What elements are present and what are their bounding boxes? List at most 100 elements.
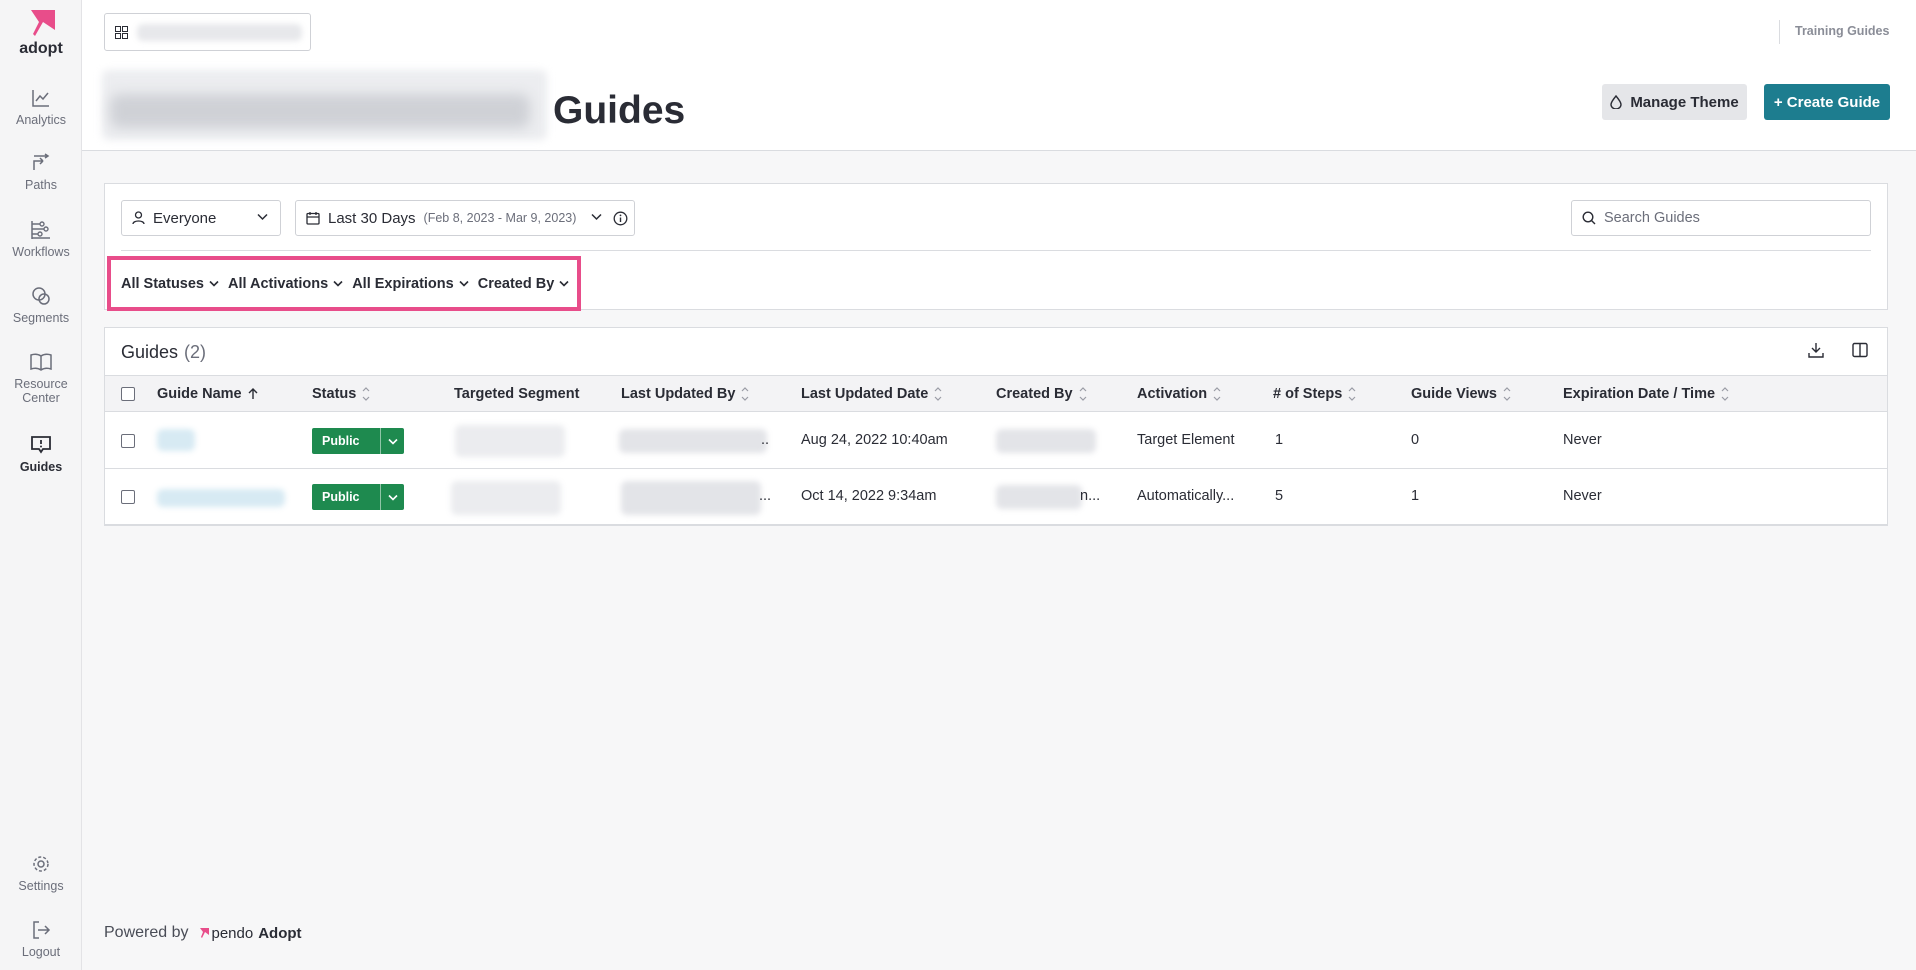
pendo-logo-icon: [199, 928, 209, 938]
expiration-filter[interactable]: All Expirations: [352, 276, 469, 292]
gear-icon: [33, 856, 49, 872]
col-expiration[interactable]: Expiration Date / Time: [1563, 386, 1729, 402]
nav-analytics-label: Analytics: [15, 113, 67, 127]
adopt-logo[interactable]: adopt: [0, 6, 82, 58]
table-count: (2): [184, 342, 207, 362]
create-guide-label: + Create Guide: [1773, 93, 1881, 111]
updated-by-ellipsis: ..: [761, 432, 770, 448]
calendar-icon: [306, 212, 320, 225]
col-created-by[interactable]: Created By: [996, 386, 1087, 402]
created-by-filter-label: Created By: [477, 275, 555, 292]
col-status-label: Status: [312, 386, 357, 402]
steps: 5: [1275, 488, 1284, 504]
table-title-text: Guides: [121, 342, 179, 362]
expiration-filter-label: All Expirations: [352, 275, 454, 292]
expiration: Never: [1563, 488, 1602, 504]
col-status[interactable]: Status: [312, 386, 370, 402]
guide-name-redacted[interactable]: [157, 429, 195, 451]
nav-paths[interactable]: Paths: [0, 153, 82, 192]
status-dropdown[interactable]: Public: [312, 484, 404, 510]
row-checkbox[interactable]: [121, 434, 135, 448]
download-icon[interactable]: [1808, 342, 1824, 358]
col-activation[interactable]: Activation: [1137, 386, 1221, 402]
powered-by-label: Powered by: [104, 924, 189, 941]
date-range-select[interactable]: Last 30 Days (Feb 8, 2023 - Mar 9, 2023): [295, 200, 635, 236]
col-targeted-segment-label: Targeted Segment: [454, 386, 580, 402]
col-created-by-label: Created By: [996, 386, 1073, 402]
manage-theme-label: Manage Theme: [1630, 93, 1739, 111]
logo-text: adopt: [19, 40, 63, 57]
analytics-icon: [32, 90, 49, 107]
nav-logout-label: Logout: [21, 945, 61, 959]
nav-segments[interactable]: Segments: [0, 286, 82, 325]
nav-logout[interactable]: Logout: [0, 920, 82, 959]
nav-settings[interactable]: Settings: [0, 854, 82, 893]
activation-filter-label: All Activations: [228, 275, 329, 292]
col-guide-views-label: Guide Views: [1411, 386, 1497, 402]
search-input[interactable]: [1604, 210, 1854, 226]
chevron-down-icon: [459, 280, 469, 287]
segment-redacted: [451, 481, 561, 515]
app-switcher[interactable]: [104, 13, 311, 51]
nav-analytics[interactable]: Analytics: [0, 88, 82, 127]
create-guide-button[interactable]: + Create Guide: [1764, 84, 1890, 120]
col-expiration-label: Expiration Date / Time: [1563, 386, 1716, 402]
sort-icon: [1213, 387, 1221, 401]
logout-icon: [33, 921, 51, 939]
search-guides[interactable]: [1571, 200, 1871, 236]
nav-paths-label: Paths: [25, 178, 57, 192]
nav-segments-label: Segments: [12, 311, 70, 325]
status-divider: [380, 428, 381, 454]
grid-icon: [115, 26, 128, 39]
arrow-up-icon: [248, 388, 258, 399]
nav-guides[interactable]: Guides: [0, 435, 82, 474]
col-last-updated-date-label: Last Updated Date: [801, 386, 929, 402]
col-activation-label: Activation: [1137, 386, 1208, 402]
nav-resource-center-label: Resource Center: [14, 377, 68, 405]
nav-guides-label: Guides: [19, 460, 63, 474]
segment-select-value: Everyone: [153, 209, 217, 227]
table-title: Guides (2): [121, 342, 206, 363]
info-icon[interactable]: [613, 211, 628, 226]
manage-theme-button[interactable]: Manage Theme: [1602, 84, 1747, 120]
row-checkbox[interactable]: [121, 490, 135, 504]
segment-select[interactable]: Everyone: [121, 200, 281, 236]
activation-filter[interactable]: All Activations: [228, 276, 343, 292]
status-dropdown[interactable]: Public: [312, 428, 404, 454]
search-icon: [1582, 211, 1596, 225]
training-guides-link[interactable]: Training Guides: [1795, 24, 1889, 38]
filter-panel: Everyone Last 30 Days (Feb 8, 2023 - Mar…: [104, 183, 1888, 311]
page-title: Guides: [553, 89, 686, 132]
col-last-updated-by[interactable]: Last Updated By: [621, 386, 749, 402]
app-name-redacted: [137, 24, 302, 41]
status-filter-label: All Statuses: [121, 275, 204, 292]
nav-resource-center[interactable]: Resource Center: [0, 352, 82, 405]
table-header: Guide Name Status Targeted Segment Last …: [105, 375, 1887, 412]
guide-name-redacted[interactable]: [157, 489, 285, 507]
col-guide-name[interactable]: Guide Name: [157, 386, 258, 402]
col-steps[interactable]: # of Steps: [1273, 386, 1356, 402]
nav-workflows[interactable]: Workflows: [0, 220, 82, 259]
col-guide-name-label: Guide Name: [157, 386, 242, 402]
col-last-updated-date[interactable]: Last Updated Date: [801, 386, 942, 402]
table-row[interactable]: Public ... Oct 14, 2022 9:34am n... Auto…: [105, 469, 1887, 525]
updated-by-redacted: [621, 481, 761, 515]
steps: 1: [1275, 432, 1284, 448]
brand-pendo: pendo: [211, 924, 254, 942]
updated-by-ellipsis: ...: [759, 488, 772, 504]
segment-redacted: [455, 425, 565, 457]
created-by-filter[interactable]: Created By: [478, 276, 570, 292]
guide-views: 1: [1411, 488, 1420, 504]
filter-dropdowns-highlight: All Statuses All Activations All Expirat…: [107, 256, 581, 311]
chevron-down-icon: [591, 213, 602, 221]
page-header: Training Guides Guides Manage Theme + Cr…: [82, 0, 1916, 151]
table-row[interactable]: Public .. Aug 24, 2022 10:40am Target El…: [105, 413, 1887, 469]
status-filter[interactable]: All Statuses: [121, 276, 219, 292]
columns-icon[interactable]: [1852, 342, 1868, 358]
last-updated-date: Oct 14, 2022 9:34am: [801, 488, 937, 504]
select-all-checkbox[interactable]: [121, 387, 135, 401]
col-guide-views[interactable]: Guide Views: [1411, 386, 1511, 402]
pendo-adopt-brand: pendo Adopt: [198, 925, 302, 942]
brand-adopt: Adopt: [258, 924, 302, 942]
sort-icon: [1721, 387, 1729, 401]
